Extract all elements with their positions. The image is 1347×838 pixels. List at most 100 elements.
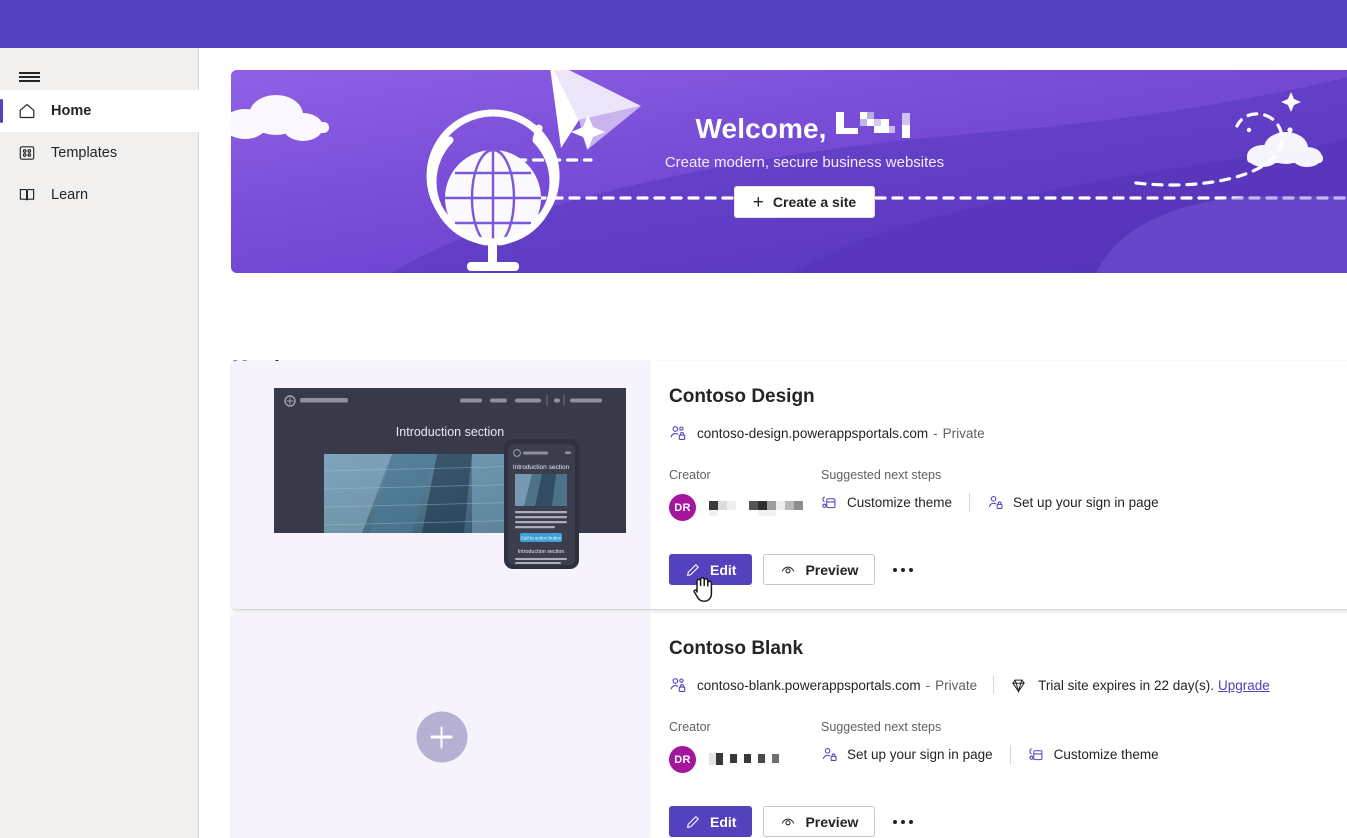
upgrade-link[interactable]: Upgrade: [1218, 678, 1270, 693]
pencil-icon: [687, 563, 699, 576]
site-preview-image: Introduction section Introduction sectio…: [232, 361, 651, 609]
step-label: Set up your sign in page: [847, 747, 993, 762]
pencil-icon: [687, 815, 699, 828]
welcome-prefix: Welcome,: [695, 113, 827, 144]
creator-label: Creator: [669, 468, 711, 482]
suggested-next-steps-label: Suggested next steps: [821, 468, 942, 482]
site-thumbnail-blank[interactable]: [232, 613, 651, 838]
url-separator: -: [925, 677, 931, 693]
sidebar-item-label: Home: [51, 103, 92, 119]
trial-divider: [993, 676, 995, 694]
preview-label: Preview: [805, 561, 859, 578]
trial-status: Trial site expires in 22 day(s). Upgrade: [1010, 677, 1270, 694]
person-lock-icon: [988, 496, 1003, 509]
ellipsis-dot: [901, 819, 906, 824]
url-separator: -: [933, 425, 938, 441]
redacted-user-name: [835, 110, 914, 138]
sidebar-item-label: Templates: [51, 145, 118, 161]
plus-icon: +: [752, 191, 764, 213]
avatar: DR: [669, 494, 696, 521]
step-label: Customize theme: [847, 495, 953, 510]
sidebar-item-home[interactable]: Home: [0, 90, 199, 132]
sidebar-item-label: Learn: [51, 187, 89, 203]
step-set-up-sign-in-page[interactable]: Set up your sign in page: [821, 746, 993, 763]
creator-row: DR: [669, 494, 821, 521]
site-url-row: contoso-blank.powerappsportals.com - Pri…: [669, 676, 1347, 694]
suggested-steps-row: Customize theme Set up your sign in page: [821, 493, 1347, 512]
learn-book-icon: [19, 189, 35, 201]
hamburger-menu-icon[interactable]: [13, 61, 45, 93]
theme-palette-icon: [1028, 748, 1043, 761]
site-url: contoso-design.powerappsportals.com: [697, 425, 929, 441]
step-label: Set up your sign in page: [1013, 495, 1159, 510]
people-lock-icon: [670, 678, 686, 692]
person-lock-icon: [822, 748, 837, 761]
ellipsis-dot: [893, 567, 898, 572]
svg-text:Introduction section: Introduction section: [513, 464, 570, 471]
svg-text:Introduction section: Introduction section: [518, 549, 565, 555]
site-card-body: Contoso Design contoso-design.powerappsp…: [651, 361, 1347, 609]
preview-label: Preview: [805, 813, 859, 830]
banner-text-block: Welcome, Create modern, secure business …: [231, 110, 1347, 218]
main-content: T T: [200, 48, 1347, 838]
ellipsis-dot: [901, 567, 906, 572]
edit-button[interactable]: Edit: [669, 554, 753, 585]
site-card-actions: Edit Preview: [669, 554, 920, 585]
step-divider: [1009, 745, 1011, 764]
sidebar-nav: Home Templates Learn: [0, 90, 199, 216]
step-divider: [969, 493, 971, 512]
site-name: Contoso Blank: [669, 638, 804, 659]
more-options-button[interactable]: [886, 806, 920, 837]
creator-label: Creator: [669, 720, 711, 734]
ellipsis-dot: [909, 819, 914, 824]
welcome-title: Welcome,: [231, 110, 1347, 145]
site-card[interactable]: Introduction section Introduction sectio…: [232, 361, 1347, 609]
site-card-actions: Edit Preview: [669, 806, 920, 837]
app-root: Home Templates Learn Welcome, Create mod…: [0, 0, 1347, 838]
creator-column: Creator DR: [669, 468, 821, 521]
trial-text: Trial site expires in 22 day(s).: [1038, 677, 1214, 693]
edit-label: Edit: [710, 813, 737, 830]
people-lock-icon: [670, 426, 686, 440]
suggested-steps-row: Set up your sign in page Customize theme: [821, 745, 1347, 764]
eye-icon: [782, 818, 795, 825]
svg-text:Introduction section: Introduction section: [396, 425, 504, 439]
site-url-row: contoso-design.powerappsportals.com - Pr…: [669, 424, 1347, 442]
more-options-button[interactable]: [886, 554, 920, 585]
site-meta-row: Creator DR: [669, 468, 1347, 521]
step-set-up-sign-in-page[interactable]: Set up your sign in page: [987, 494, 1159, 511]
site-visibility: Private: [942, 425, 985, 441]
templates-icon: [19, 146, 35, 160]
site-card[interactable]: Contoso Blank contoso-blank.powerappspor…: [232, 613, 1347, 838]
ellipsis-dot: [909, 567, 914, 572]
eye-icon: [782, 566, 795, 573]
create-a-site-button[interactable]: + Create a site: [734, 186, 875, 218]
site-name: Contoso Design: [669, 386, 815, 407]
site-meta-row: Creator DR: [669, 720, 1347, 773]
avatar: DR: [669, 746, 696, 773]
plus-icon: [416, 711, 467, 763]
theme-palette-icon: [822, 496, 836, 509]
preview-button[interactable]: Preview: [763, 554, 876, 585]
edit-label: Edit: [710, 561, 737, 578]
diamond-icon: [1012, 679, 1026, 693]
sidebar-item-learn[interactable]: Learn: [0, 174, 199, 216]
create-site-label: Create a site: [772, 194, 857, 210]
sidebar: Home Templates Learn: [0, 48, 199, 838]
step-label: Customize theme: [1053, 747, 1159, 762]
preview-button[interactable]: Preview: [763, 806, 876, 837]
creator-row: DR: [669, 746, 821, 773]
svg-text:Call to action button: Call to action button: [521, 536, 562, 541]
site-url: contoso-blank.powerappsportals.com: [697, 677, 921, 693]
suggested-steps-column: Suggested next steps Customize theme Set…: [821, 468, 1347, 521]
edit-button[interactable]: Edit: [669, 806, 753, 837]
creator-column: Creator DR: [669, 720, 821, 773]
step-customize-theme[interactable]: Customize theme: [1028, 746, 1159, 763]
banner-subtitle: Create modern, secure business websites: [664, 154, 945, 171]
step-customize-theme[interactable]: Customize theme: [821, 494, 952, 511]
sidebar-item-templates[interactable]: Templates: [0, 132, 199, 174]
site-thumbnail[interactable]: Introduction section Introduction sectio…: [232, 361, 651, 609]
ellipsis-dot: [893, 819, 898, 824]
suggested-next-steps-label: Suggested next steps: [821, 720, 942, 734]
site-visibility: Private: [935, 677, 978, 693]
